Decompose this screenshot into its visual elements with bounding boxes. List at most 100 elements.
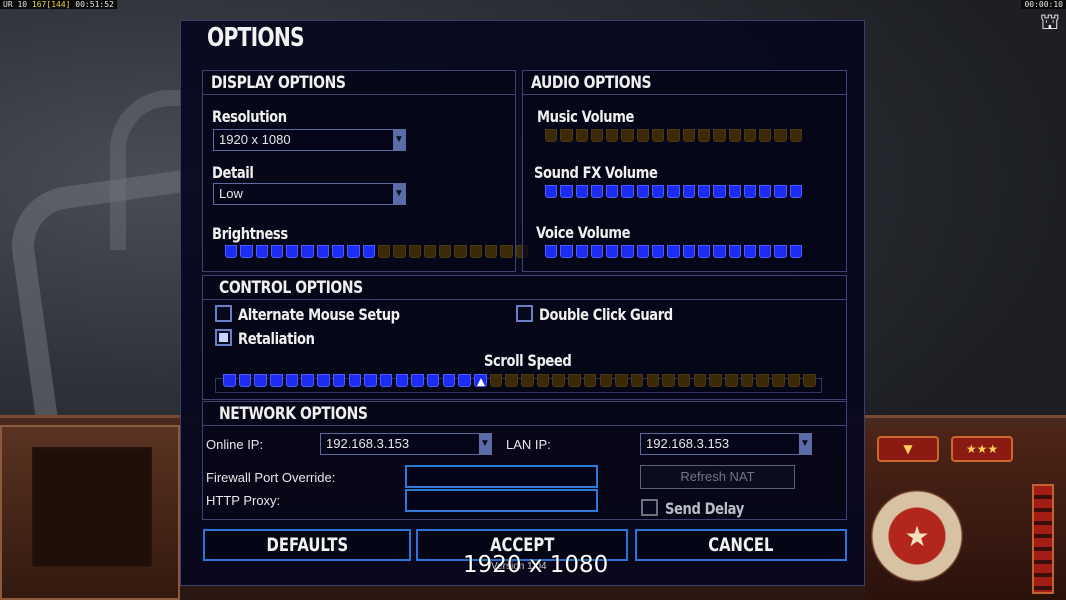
slider-segment[interactable] xyxy=(697,185,711,198)
slider-segment[interactable] xyxy=(489,374,503,387)
slider-segment[interactable] xyxy=(545,245,558,258)
slider-segment[interactable] xyxy=(393,245,406,258)
slider-segment[interactable] xyxy=(225,245,238,258)
refresh-nat-button[interactable]: Refresh NAT xyxy=(640,465,795,489)
slider-segment[interactable] xyxy=(408,245,421,258)
slider-segment[interactable] xyxy=(606,245,619,258)
chevron-down-icon[interactable]: ▼ xyxy=(393,184,405,204)
slider-segment[interactable] xyxy=(682,245,695,258)
slider-segment[interactable] xyxy=(590,245,604,258)
slider-segment[interactable] xyxy=(682,129,695,142)
slider-segment[interactable] xyxy=(223,374,236,387)
slider-segment[interactable] xyxy=(599,374,612,387)
slider-segment[interactable] xyxy=(286,245,299,258)
slider-segment[interactable] xyxy=(803,374,816,387)
slider-segment[interactable] xyxy=(377,245,391,258)
slider-segment[interactable] xyxy=(743,185,757,198)
slider-segment[interactable] xyxy=(270,374,283,387)
slider-segment[interactable] xyxy=(575,129,588,142)
slider-segment[interactable] xyxy=(713,129,726,142)
slider-segment[interactable] xyxy=(774,185,787,198)
chevron-down-icon[interactable]: ▼ xyxy=(799,434,811,454)
slider-segment[interactable] xyxy=(423,245,437,258)
defaults-button[interactable]: DEFAULTS xyxy=(203,529,411,561)
slider-segment[interactable] xyxy=(646,374,660,387)
slider-segment[interactable] xyxy=(395,374,409,387)
slider-segment[interactable] xyxy=(789,245,803,258)
slider-segment[interactable] xyxy=(652,245,665,258)
slider-segment[interactable] xyxy=(636,185,650,198)
slider-segment[interactable] xyxy=(772,374,785,387)
slider-segment[interactable] xyxy=(536,374,550,387)
slider-segment[interactable] xyxy=(505,374,518,387)
slider-segment[interactable] xyxy=(667,245,680,258)
slider-segment[interactable] xyxy=(521,374,534,387)
slider-segment[interactable] xyxy=(458,374,471,387)
slider-segment[interactable] xyxy=(575,245,588,258)
slider-segment[interactable] xyxy=(426,374,440,387)
slider-segment[interactable] xyxy=(743,129,757,142)
slider-segment[interactable] xyxy=(590,185,604,198)
slider-segment[interactable] xyxy=(411,374,424,387)
http-proxy-input[interactable] xyxy=(405,489,598,512)
slider-segment[interactable] xyxy=(545,129,558,142)
slider-segment[interactable] xyxy=(606,185,619,198)
slider-segment[interactable] xyxy=(575,185,588,198)
slider-segment[interactable] xyxy=(316,245,330,258)
firewall-port-input[interactable] xyxy=(405,465,598,488)
double-click-guard-checkbox[interactable] xyxy=(516,305,533,322)
slider-segment[interactable] xyxy=(301,374,314,387)
slider-segment[interactable] xyxy=(545,185,558,198)
slider-segment[interactable] xyxy=(652,129,665,142)
sound-fx-volume-slider[interactable] xyxy=(545,185,803,198)
slider-segment[interactable] xyxy=(560,185,573,198)
resolution-select[interactable]: 1920 x 1080 ▼ xyxy=(213,129,406,151)
music-volume-slider[interactable] xyxy=(545,129,803,142)
slider-segment[interactable] xyxy=(301,245,314,258)
slider-segment[interactable] xyxy=(317,374,330,387)
slider-segment[interactable] xyxy=(789,185,803,198)
slider-segment[interactable] xyxy=(364,374,377,387)
retaliation-checkbox[interactable] xyxy=(215,329,232,346)
slider-segment[interactable] xyxy=(682,185,695,198)
slider-segment[interactable] xyxy=(759,185,772,198)
online-ip-select[interactable]: 192.168.3.153 ▼ xyxy=(320,433,492,455)
detail-select[interactable]: Low ▼ xyxy=(213,183,406,205)
slider-segment[interactable] xyxy=(728,185,741,198)
slider-segment[interactable] xyxy=(709,374,722,387)
slider-segment[interactable] xyxy=(728,245,741,258)
slider-segment[interactable] xyxy=(677,374,691,387)
chevron-down-icon[interactable]: ▼ xyxy=(479,434,491,454)
slider-segment[interactable] xyxy=(652,185,665,198)
slider-segment[interactable] xyxy=(348,374,361,387)
slider-segment[interactable] xyxy=(255,245,268,258)
slider-segment[interactable] xyxy=(568,374,581,387)
slider-segment[interactable] xyxy=(560,245,573,258)
slider-segment[interactable] xyxy=(379,374,393,387)
slider-segment[interactable] xyxy=(667,185,680,198)
send-delay-checkbox[interactable] xyxy=(641,499,658,516)
slider-segment[interactable] xyxy=(254,374,267,387)
lan-ip-select[interactable]: 192.168.3.153 ▼ xyxy=(640,433,812,455)
slider-segment[interactable] xyxy=(621,185,634,198)
brightness-slider[interactable] xyxy=(225,245,528,258)
slider-segment[interactable] xyxy=(347,245,360,258)
scroll-speed-slider[interactable] xyxy=(223,374,816,387)
slider-segment[interactable] xyxy=(756,374,769,387)
slider-segment[interactable] xyxy=(621,129,634,142)
slider-segment[interactable] xyxy=(469,245,483,258)
slider-segment[interactable] xyxy=(743,245,757,258)
slider-segment[interactable] xyxy=(662,374,675,387)
slider-segment[interactable] xyxy=(615,374,628,387)
slider-segment[interactable] xyxy=(485,245,498,258)
slider-segment[interactable] xyxy=(500,245,513,258)
slider-segment[interactable] xyxy=(238,374,252,387)
slider-segment[interactable] xyxy=(728,129,741,142)
slider-segment[interactable] xyxy=(560,129,573,142)
slider-segment[interactable] xyxy=(285,374,299,387)
slider-segment[interactable] xyxy=(713,245,726,258)
chevron-down-icon[interactable]: ▼ xyxy=(393,130,405,150)
slider-segment[interactable] xyxy=(362,245,375,258)
slider-segment[interactable] xyxy=(759,129,772,142)
slider-segment[interactable] xyxy=(606,129,619,142)
